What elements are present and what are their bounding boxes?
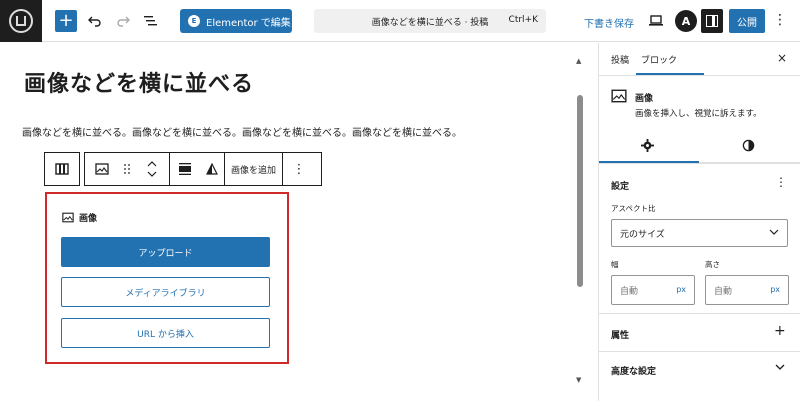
width-label: 幅 (611, 260, 619, 269)
styles-icon[interactable] (742, 139, 755, 152)
chevron-up-icon[interactable] (147, 161, 157, 167)
save-draft-button[interactable]: 下書き保存 (584, 15, 634, 30)
block-options-icon[interactable]: ⋮ (283, 153, 315, 185)
active-tab-indicator (636, 73, 704, 75)
scroll-thumb[interactable] (577, 95, 583, 287)
group-block-icon (55, 163, 69, 175)
aspect-ratio-label: アスペクト比 (611, 204, 656, 213)
section-divider (599, 351, 800, 352)
image-icon (95, 163, 109, 175)
width-unit[interactable]: px (676, 285, 686, 294)
block-toolbar: 画像を追加 ⋮ (84, 152, 322, 186)
drag-handle-icon[interactable] (119, 153, 135, 185)
canvas-scrollbar[interactable]: ▲ ▼ (573, 43, 587, 401)
settings-section-title: 設定 (611, 182, 630, 192)
aspect-ratio-select[interactable]: 元のサイズ (611, 219, 788, 247)
height-unit[interactable]: px (770, 285, 780, 294)
advanced-section-title[interactable]: 高度な設定 (611, 364, 656, 377)
edit-with-elementor-button[interactable]: E Elementor で編集 (180, 9, 292, 33)
astra-settings-button[interactable]: A (675, 10, 697, 32)
move-block-buttons[interactable] (135, 153, 169, 185)
document-overview-icon[interactable] (140, 10, 162, 32)
align-icon (179, 163, 191, 175)
editor-top-bar: + E Elementor で編集 画像などを横に並べる · 投稿 Ctrl+K… (0, 0, 800, 42)
block-card-description: 画像を挿入し、視覚に訴えます。 (635, 109, 762, 119)
height-input[interactable]: 自動 px (705, 275, 789, 305)
command-shortcut: Ctrl+K (508, 15, 538, 25)
duotone-button[interactable] (200, 153, 224, 185)
post-title[interactable]: 画像などを横に並べる (24, 66, 254, 98)
command-palette-button[interactable]: 画像などを横に並べる · 投稿 Ctrl+K (314, 9, 546, 33)
elementor-button-label: Elementor で編集 (206, 17, 291, 29)
attributes-section-title[interactable]: 属性 (611, 328, 629, 341)
insert-from-url-button[interactable]: URL から挿入 (61, 318, 270, 348)
sidebar-tabs: 投稿 ブロック × (599, 43, 800, 76)
image-icon (611, 89, 627, 103)
settings-sidebar: 投稿 ブロック × 画像 画像を挿入し、視覚に訴えます。 設定 ⋮ アスペクト比… (599, 43, 800, 401)
upload-button[interactable]: アップロード (61, 237, 270, 267)
image-placeholder-label: 画像 (62, 211, 97, 224)
publish-button[interactable]: 公開 (729, 9, 765, 33)
section-divider (599, 313, 800, 314)
scroll-down-icon[interactable]: ▼ (576, 376, 581, 384)
width-input[interactable]: 自動 px (611, 275, 695, 305)
options-menu-icon[interactable]: ⋮ (773, 11, 787, 31)
scroll-up-icon[interactable]: ▲ (576, 57, 581, 65)
block-type-button[interactable] (85, 153, 119, 185)
undo-icon[interactable] (84, 10, 106, 32)
image-icon (62, 212, 74, 223)
align-button[interactable] (170, 153, 200, 185)
block-card-title: 画像 (635, 94, 654, 104)
site-logo-icon[interactable] (0, 0, 42, 42)
chevron-down-icon (769, 229, 779, 235)
add-image-button[interactable]: 画像を追加 (225, 153, 282, 185)
add-block-button[interactable]: + (55, 10, 77, 32)
paragraph-block[interactable]: 画像などを横に並べる。画像などを横に並べる。画像などを横に並べる。画像などを横に… (22, 124, 462, 139)
chevron-down-icon[interactable] (775, 363, 785, 371)
settings-sidebar-toggle-icon[interactable] (701, 9, 723, 33)
tab-post[interactable]: 投稿 (611, 53, 629, 66)
aspect-ratio-value: 元のサイズ (620, 229, 665, 240)
section-divider (599, 163, 800, 164)
media-library-button[interactable]: メディアライブラリ (61, 277, 270, 307)
width-placeholder: 自動 (620, 286, 639, 297)
height-placeholder: 自動 (714, 286, 733, 297)
close-icon[interactable]: × (777, 51, 787, 65)
gear-icon[interactable] (641, 139, 654, 152)
settings-options-icon[interactable]: ⋮ (775, 175, 787, 189)
redo-icon[interactable] (112, 10, 134, 32)
duotone-icon (206, 163, 218, 175)
tab-block[interactable]: ブロック (641, 53, 677, 66)
command-title: 画像などを横に並べる · 投稿 (371, 17, 489, 28)
inspector-tabs (599, 129, 800, 163)
chevron-down-icon[interactable] (147, 171, 157, 177)
height-label: 高さ (705, 260, 720, 269)
preview-device-icon[interactable] (645, 10, 667, 32)
image-placeholder-title: 画像 (79, 214, 98, 224)
plus-icon[interactable]: + (774, 323, 786, 339)
select-parent-button[interactable] (44, 152, 80, 186)
elementor-icon: E (188, 15, 200, 27)
